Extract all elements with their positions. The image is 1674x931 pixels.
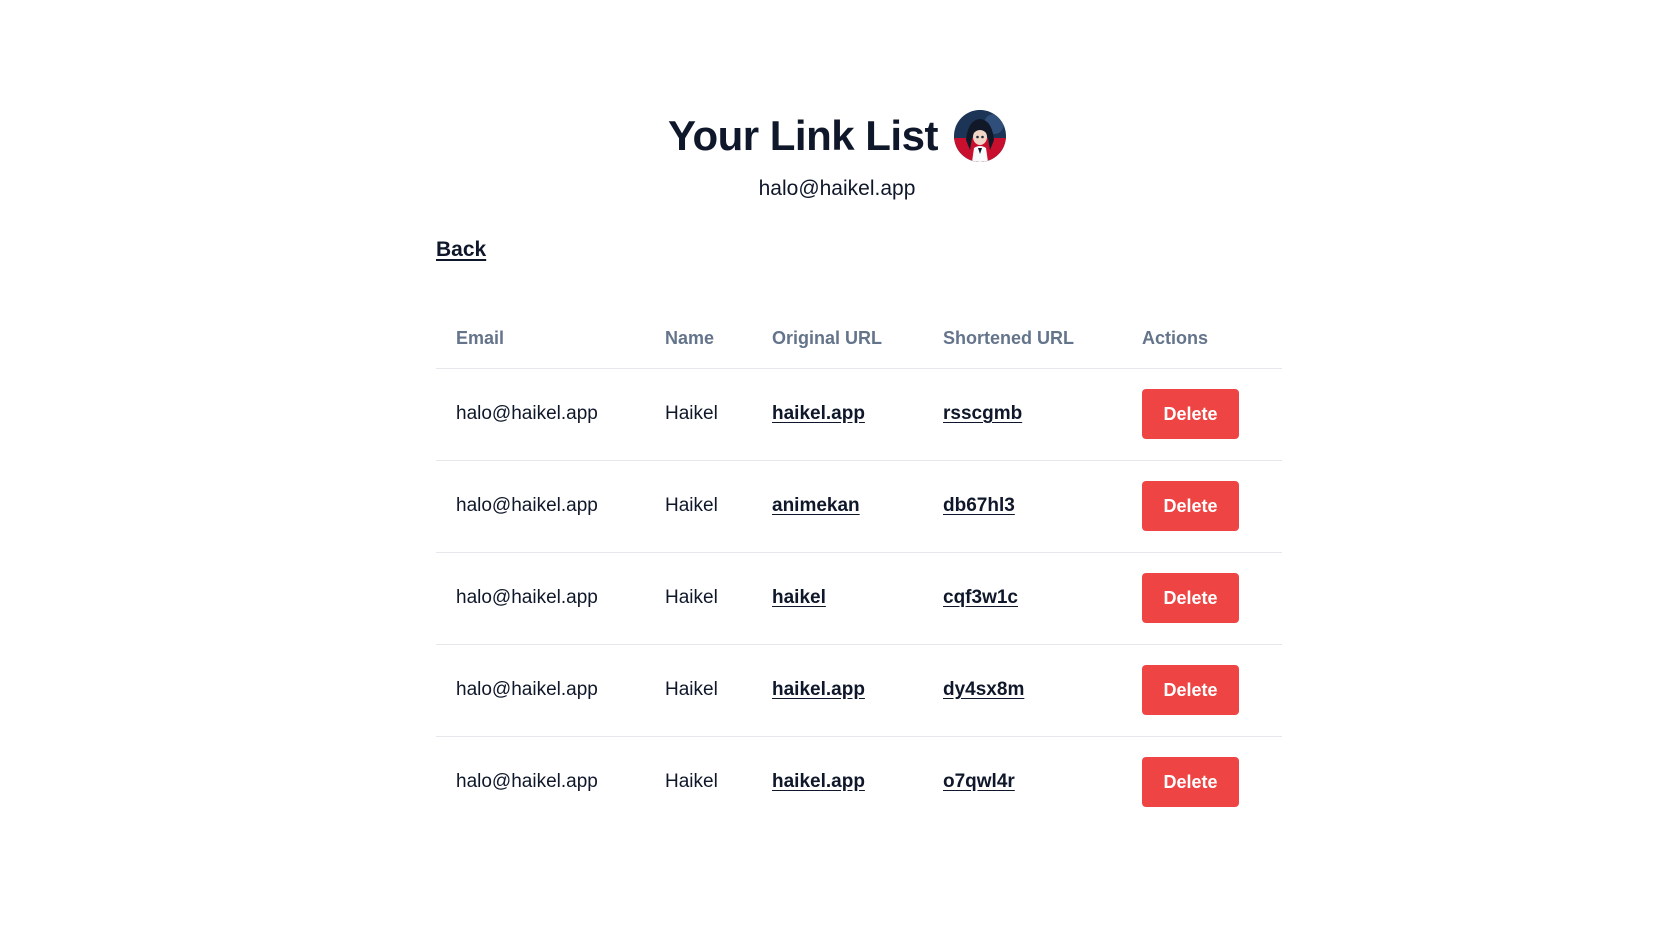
back-link[interactable]: Back (436, 236, 486, 264)
cell-shortened-url: rsscgmb (923, 368, 1122, 461)
cell-shortened-url: db67hl3 (923, 460, 1122, 553)
cell-actions: Delete (1122, 460, 1282, 553)
cell-actions: Delete (1122, 552, 1282, 645)
column-header-name: Name (645, 310, 752, 369)
cell-name: Haikel (645, 368, 752, 461)
cell-original-url: animekan (752, 460, 923, 553)
column-header-actions: Actions (1122, 310, 1282, 369)
cell-email: halo@haikel.app (436, 460, 645, 553)
shortened-url-link[interactable]: cqf3w1c (943, 587, 1018, 608)
cell-original-url: haikel.app (752, 368, 923, 461)
cell-name: Haikel (665, 771, 718, 793)
original-url-link[interactable]: haikel.app (772, 403, 865, 424)
cell-email: halo@haikel.app (436, 552, 645, 645)
cell-shortened-url: dy4sx8m (923, 644, 1122, 737)
page-header: Your Link List (0, 108, 1674, 164)
cell-email: halo@haikel.app (456, 771, 598, 793)
table-header-row: Email Name Original URL Shortened URL Ac… (436, 310, 1282, 369)
cell-actions: Delete (1122, 644, 1282, 737)
original-url-link[interactable]: haikel.app (772, 679, 865, 700)
shortened-url-link[interactable]: o7qwl4r (943, 771, 1015, 792)
shortened-url-link[interactable]: db67hl3 (943, 495, 1015, 516)
delete-button[interactable]: Delete (1142, 573, 1239, 623)
cell-original-url: haikel.app (752, 644, 923, 737)
original-url-link[interactable]: haikel.app (772, 771, 865, 792)
table-row: halo@haikel.app Haikel haikel.app rsscgm… (436, 368, 1282, 461)
delete-button[interactable]: Delete (1142, 757, 1239, 808)
shortened-url-link[interactable]: rsscgmb (943, 403, 1022, 424)
original-url-link[interactable]: haikel (772, 587, 826, 608)
cell-name: Haikel (645, 552, 752, 645)
table-row: halo@haikel.app Haikel haikel cqf3w1c De… (436, 552, 1282, 645)
cell-original-url: haikel.app (752, 736, 923, 828)
original-url-link[interactable]: animekan (772, 495, 860, 516)
column-header-email: Email (436, 310, 645, 369)
cell-shortened-url: cqf3w1c (923, 552, 1122, 645)
table-row: halo@haikel.app Haikel haikel.app dy4sx8… (436, 644, 1282, 737)
delete-button[interactable]: Delete (1142, 665, 1239, 715)
column-header-original-url: Original URL (752, 310, 923, 369)
cell-email: halo@haikel.app (436, 368, 645, 461)
cell-name: Haikel (645, 460, 752, 553)
page-title: Your Link List (668, 112, 938, 159)
cell-original-url: haikel (752, 552, 923, 645)
cell-actions: Delete (1122, 368, 1282, 461)
shortened-url-link[interactable]: dy4sx8m (943, 679, 1024, 700)
delete-button[interactable]: Delete (1142, 481, 1239, 531)
user-email: halo@haikel.app (758, 177, 916, 200)
links-table: Email Name Original URL Shortened URL Ac… (436, 310, 1282, 828)
delete-button[interactable]: Delete (1142, 389, 1239, 439)
page: Your Link List halo@haikel.app Back Emai… (0, 0, 1674, 931)
cell-name: Haikel (645, 644, 752, 737)
table-row: halo@haikel.app Haikel animekan db67hl3 … (436, 460, 1282, 553)
column-header-shortened-url: Shortened URL (923, 310, 1122, 369)
cell-email: halo@haikel.app (436, 644, 645, 737)
cell-shortened-url: o7qwl4r (923, 736, 1122, 828)
user-avatar-icon (953, 110, 1006, 162)
cell-actions: Delete (1122, 736, 1282, 828)
table-row: halo@haikel.app Haikel haikel.app o7qwl4… (436, 736, 1282, 828)
